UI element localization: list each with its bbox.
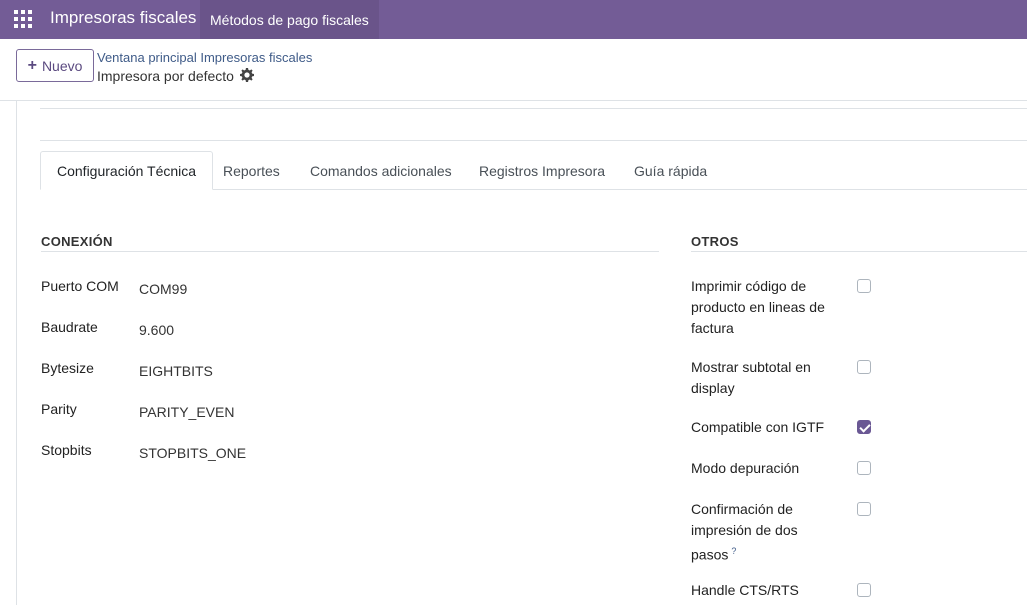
- tab-registros-impresora[interactable]: Registros Impresora: [479, 151, 605, 190]
- field-label-confirmacion-dos-pasos: Confirmación de impresión de dos pasos?: [691, 499, 841, 566]
- group-title-conexion: CONEXIÓN: [41, 234, 113, 249]
- field-value-baudrate[interactable]: 9.600: [139, 322, 174, 338]
- field-label-parity: Parity: [41, 401, 77, 417]
- breadcrumb-link[interactable]: Ventana principal Impresoras fiscales: [97, 50, 312, 65]
- apps-grid-icon[interactable]: [14, 10, 32, 28]
- plus-icon: +: [27, 56, 37, 74]
- checkbox-mostrar-subtotal[interactable]: [857, 360, 871, 374]
- field-label-baudrate: Baudrate: [41, 319, 98, 335]
- tab-reportes[interactable]: Reportes: [223, 151, 280, 190]
- field-label-modo-depuracion: Modo depuración: [691, 460, 800, 476]
- field-value-puerto-com[interactable]: COM99: [139, 281, 187, 297]
- tab-guia-rapida[interactable]: Guía rápida: [634, 151, 707, 190]
- field-value-bytesize[interactable]: EIGHTBITS: [139, 363, 213, 379]
- field-label-bytesize: Bytesize: [41, 360, 94, 376]
- app-title[interactable]: Impresoras fiscales: [50, 8, 196, 28]
- field-label-compatible-igtf: Compatible con IGTF: [691, 419, 825, 435]
- tab-configuracion-tecnica[interactable]: Configuración Técnica: [40, 151, 214, 190]
- group-divider: [41, 251, 659, 252]
- field-label-puerto-com: Puerto COM: [41, 278, 119, 294]
- top-navbar: Impresoras fiscales Métodos de pago fisc…: [0, 0, 1027, 39]
- notebook-tabs: Configuración Técnica Reportes Comandos …: [40, 151, 1027, 190]
- sheet-border: [16, 101, 17, 605]
- checkbox-modo-depuracion[interactable]: [857, 461, 871, 475]
- checkbox-compatible-igtf[interactable]: [857, 420, 871, 434]
- new-button-label: Nuevo: [41, 57, 83, 74]
- tab-comandos-adicionales[interactable]: Comandos adicionales: [310, 151, 452, 190]
- field-label-handle-cts-rts: Handle CTS/RTS: [691, 582, 799, 598]
- menu-metodos-pago[interactable]: Métodos de pago fiscales: [200, 0, 379, 39]
- field-label-imprimir-codigo: Imprimir código de producto en lineas de…: [691, 278, 825, 336]
- control-panel: + Nuevo Ventana principal Impresoras fis…: [0, 39, 1027, 101]
- checkbox-imprimir-codigo[interactable]: [857, 279, 871, 293]
- gear-icon[interactable]: [240, 68, 254, 82]
- checkbox-handle-cts-rts[interactable]: [857, 583, 871, 597]
- help-tooltip-icon[interactable]: ?: [731, 546, 736, 556]
- new-button[interactable]: + Nuevo: [16, 49, 94, 82]
- field-value-parity[interactable]: PARITY_EVEN: [139, 404, 234, 420]
- group-title-otros: OTROS: [691, 234, 739, 249]
- field-label-stopbits: Stopbits: [41, 442, 92, 458]
- separator: [40, 108, 1027, 109]
- separator: [40, 140, 1027, 141]
- field-label-text: Confirmación de impresión de dos pasos: [691, 501, 798, 563]
- record-name: Impresora por defecto: [97, 68, 234, 84]
- field-label-mostrar-subtotal: Mostrar subtotal en display: [691, 359, 811, 396]
- field-value-stopbits[interactable]: STOPBITS_ONE: [139, 445, 246, 461]
- checkbox-confirmacion-dos-pasos[interactable]: [857, 502, 871, 516]
- group-divider: [691, 251, 1027, 252]
